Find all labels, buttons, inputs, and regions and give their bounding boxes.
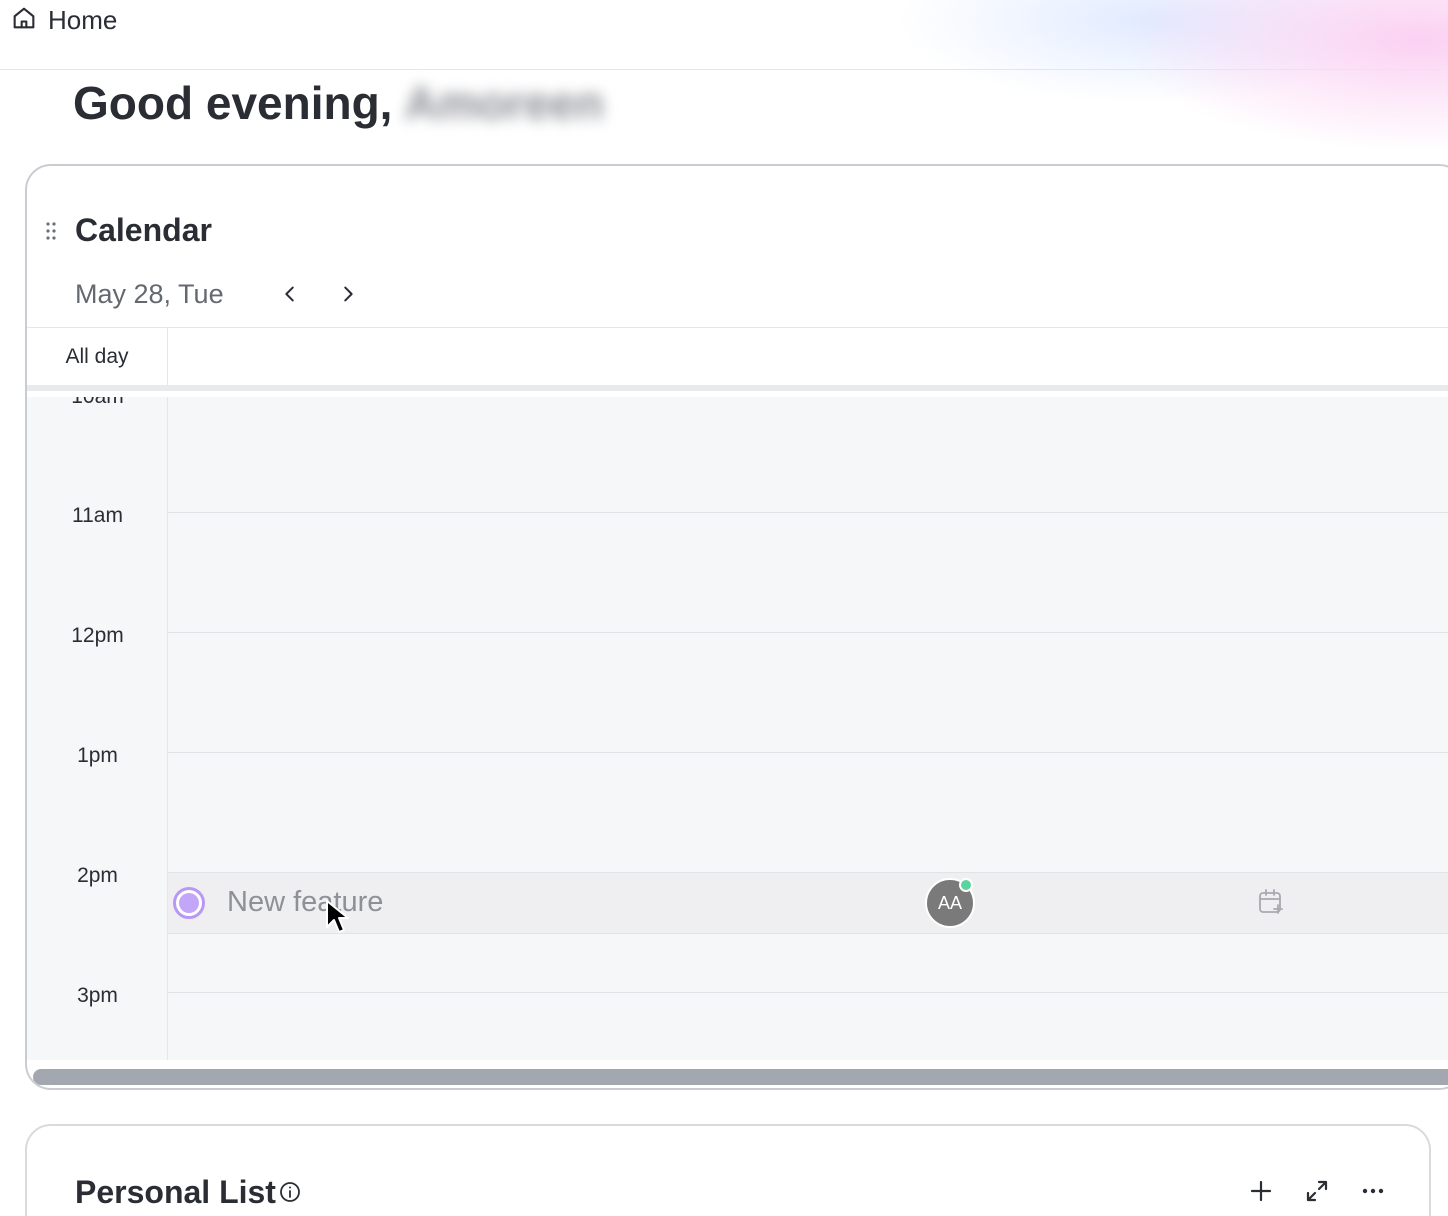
info-icon[interactable] (279, 1181, 301, 1203)
previous-day-button[interactable] (273, 276, 307, 312)
time-label-10am: 10am (27, 397, 168, 409)
time-label-11am: 11am (72, 504, 123, 527)
home-breadcrumb[interactable]: Home (10, 4, 117, 37)
calendar-add-icon[interactable] (1256, 887, 1286, 917)
personal-list-title: Personal List (75, 1174, 276, 1210)
add-item-button[interactable] (1242, 1172, 1280, 1210)
drag-handle-icon[interactable] (43, 220, 59, 242)
task-row[interactable]: New feature AA (168, 872, 1448, 934)
current-date-label: May 28, Tue (75, 279, 224, 309)
hour-line (168, 752, 1448, 753)
horizontal-scrollbar[interactable] (33, 1069, 1448, 1085)
top-bar: Home (0, 0, 1448, 70)
time-label-1pm: 1pm (77, 744, 118, 767)
hour-line (168, 512, 1448, 513)
all-day-label: All day (27, 328, 168, 386)
greeting-heading: Good evening, Amoreen (73, 76, 604, 130)
hour-line (168, 632, 1448, 633)
task-name[interactable]: New feature (227, 886, 383, 919)
online-status-indicator (959, 878, 973, 892)
time-grid[interactable]: 10am 11am 12pm 1pm 2pm 3pm New feature A… (27, 397, 1448, 1060)
more-horizontal-icon (1362, 1188, 1384, 1194)
chevron-left-icon (285, 286, 294, 302)
expand-icon (1306, 1180, 1328, 1202)
calendar-title: Calendar (75, 212, 212, 248)
home-label: Home (48, 5, 118, 35)
all-day-row[interactable]: All day (27, 327, 1448, 391)
user-name: Amoreen (404, 77, 604, 129)
plus-icon (1250, 1180, 1272, 1202)
hour-line (168, 992, 1448, 993)
greeting-text: Good evening, (73, 77, 393, 129)
personal-list-card: Personal List (25, 1124, 1431, 1216)
home-page: Home Good evening, Amoreen Calendar May … (0, 0, 1448, 1216)
chevron-right-icon (344, 286, 353, 302)
time-label-2pm: 2pm (77, 864, 118, 887)
status-dot-icon (179, 893, 199, 913)
time-gutter: 10am 11am 12pm 1pm 2pm 3pm (27, 397, 168, 1060)
expand-button[interactable] (1298, 1172, 1336, 1210)
home-icon (10, 4, 38, 37)
time-label-3pm: 3pm (77, 984, 118, 1007)
task-status-toggle[interactable] (173, 887, 205, 919)
time-label-12pm: 12pm (71, 624, 124, 647)
calendar-card: Calendar May 28, Tue All day 10am 11am 1… (25, 164, 1448, 1090)
next-day-button[interactable] (331, 276, 365, 312)
more-options-button[interactable] (1354, 1172, 1392, 1210)
